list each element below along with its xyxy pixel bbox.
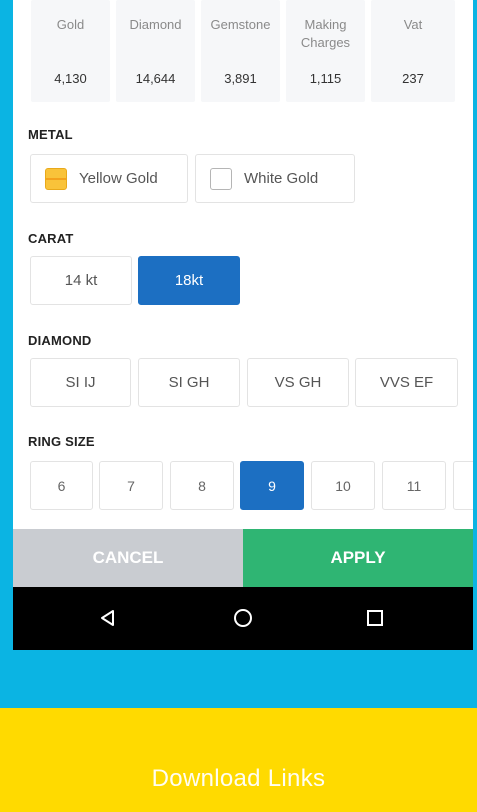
yellow-gold-swatch-icon <box>45 167 67 190</box>
price-cell-making-charges: Making Charges 1,115 <box>286 0 365 102</box>
price-value: 1,115 <box>309 71 342 86</box>
recents-icon[interactable] <box>360 603 390 633</box>
carat-option-18kt[interactable]: 18kt <box>138 256 240 305</box>
diamond-option-label: SI IJ <box>65 374 96 391</box>
metal-option-label: White Gold <box>244 170 319 187</box>
back-icon[interactable] <box>93 603 123 633</box>
download-band: Download Links <box>0 708 477 812</box>
price-value: 14,644 <box>135 71 176 86</box>
ring-size-label: 10 <box>335 477 351 494</box>
price-value: 237 <box>402 71 424 86</box>
ring-size-label: 9 <box>268 477 276 494</box>
ring-size-option-7[interactable]: 7 <box>99 461 163 510</box>
metal-option-yellow-gold[interactable]: Yellow Gold <box>30 154 188 203</box>
action-bar: CANCEL APPLY <box>13 529 473 587</box>
diamond-option-vs-gh[interactable]: VS GH <box>247 358 349 407</box>
ring-size-label: 11 <box>406 477 422 494</box>
carat-section-title: CARAT <box>28 231 74 246</box>
diamond-option-label: SI GH <box>168 374 210 391</box>
price-label: Diamond <box>129 17 182 32</box>
carat-option-14kt[interactable]: 14 kt <box>30 256 132 305</box>
price-label: Gemstone <box>210 17 271 32</box>
metal-section-title: METAL <box>28 127 73 142</box>
ring-size-option-partial[interactable] <box>453 461 473 510</box>
price-value: 3,891 <box>224 71 257 86</box>
price-label: Vat <box>403 17 423 32</box>
white-gold-swatch-icon <box>210 167 232 190</box>
diamond-option-si-gh[interactable]: SI GH <box>138 358 240 407</box>
price-cell-gold: Gold 4,130 <box>31 0 110 102</box>
price-value: 4,130 <box>54 71 87 86</box>
cancel-button[interactable]: CANCEL <box>13 529 243 587</box>
ring-size-option-10[interactable]: 10 <box>311 461 375 510</box>
ring-size-option-11[interactable]: 11 <box>382 461 446 510</box>
ring-size-option-8[interactable]: 8 <box>170 461 234 510</box>
diamond-option-label: VS GH <box>274 374 322 391</box>
price-label: Gold <box>56 17 85 32</box>
price-breakdown: Gold 4,130 Diamond 14,644 Gemstone 3,891… <box>31 0 455 102</box>
android-navbar <box>13 587 473 650</box>
ring-size-label: 6 <box>57 477 66 494</box>
download-links-text[interactable]: Download Links <box>0 765 477 793</box>
ring-size-option-9[interactable]: 9 <box>240 461 304 510</box>
price-cell-vat: Vat 237 <box>371 0 455 102</box>
diamond-option-label: VVS EF <box>379 374 434 391</box>
diamond-option-si-ij[interactable]: SI IJ <box>30 358 131 407</box>
ring-size-option-6[interactable]: 6 <box>30 461 93 510</box>
price-cell-diamond: Diamond 14,644 <box>116 0 195 102</box>
carat-option-label: 18kt <box>174 272 204 289</box>
carat-option-label: 14 kt <box>64 272 98 289</box>
ring-size-label: 7 <box>127 477 135 494</box>
price-label: Making Charges <box>300 17 351 50</box>
home-icon[interactable] <box>228 603 258 633</box>
price-cell-gemstone: Gemstone 3,891 <box>201 0 280 102</box>
diamond-option-vvs-ef[interactable]: VVS EF <box>355 358 458 407</box>
metal-option-label: Yellow Gold <box>79 170 158 187</box>
metal-option-white-gold[interactable]: White Gold <box>195 154 355 203</box>
ring-size-label: 8 <box>198 477 206 494</box>
diamond-section-title: DIAMOND <box>28 333 92 348</box>
ring-size-section-title: RING SIZE <box>28 434 95 449</box>
apply-button[interactable]: APPLY <box>243 529 473 587</box>
filter-screen: Gold 4,130 Diamond 14,644 Gemstone 3,891… <box>13 0 473 650</box>
